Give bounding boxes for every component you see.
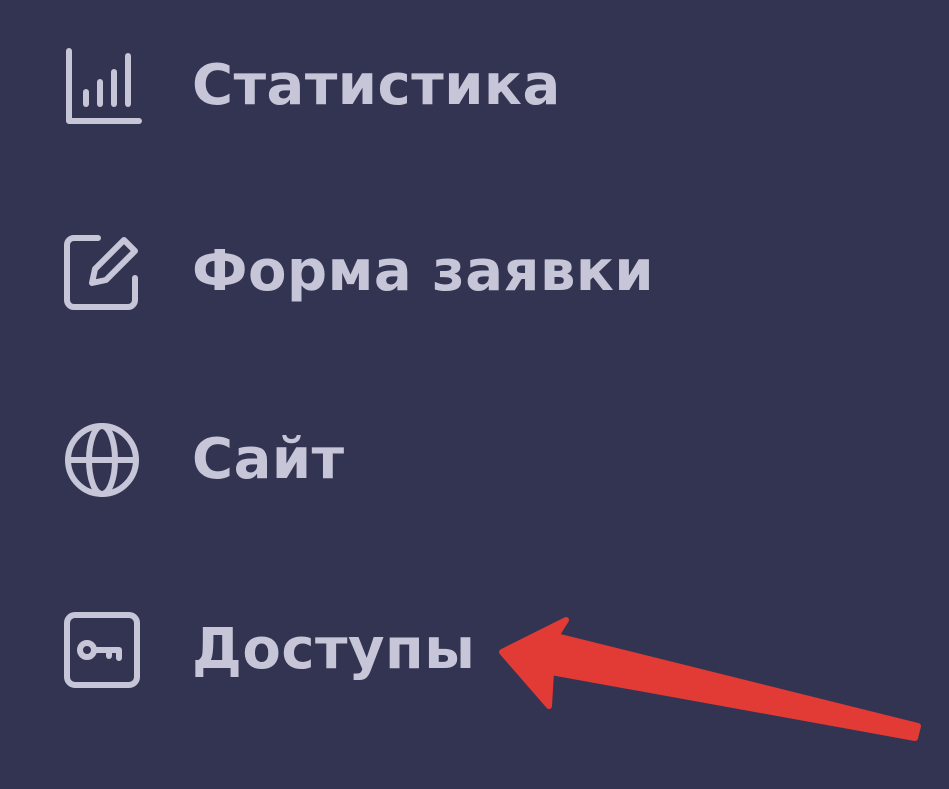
sidebar-item-statistics[interactable]: Статистика [62, 46, 561, 126]
sidebar-item-label: Статистика [192, 53, 561, 118]
bar-chart-icon [62, 46, 142, 126]
sidebar-menu: Статистика Форма заявки Сайт Доступы [0, 0, 949, 789]
sidebar-item-application-form[interactable]: Форма заявки [62, 232, 654, 312]
sidebar-item-label: Форма заявки [192, 239, 655, 304]
sidebar-item-label: Доступы [192, 617, 476, 682]
key-icon [62, 610, 142, 690]
edit-form-icon [62, 232, 142, 312]
sidebar-item-site[interactable]: Сайт [62, 420, 345, 500]
globe-icon [62, 420, 142, 500]
sidebar-item-label: Сайт [192, 427, 345, 492]
sidebar-item-access[interactable]: Доступы [62, 610, 475, 690]
